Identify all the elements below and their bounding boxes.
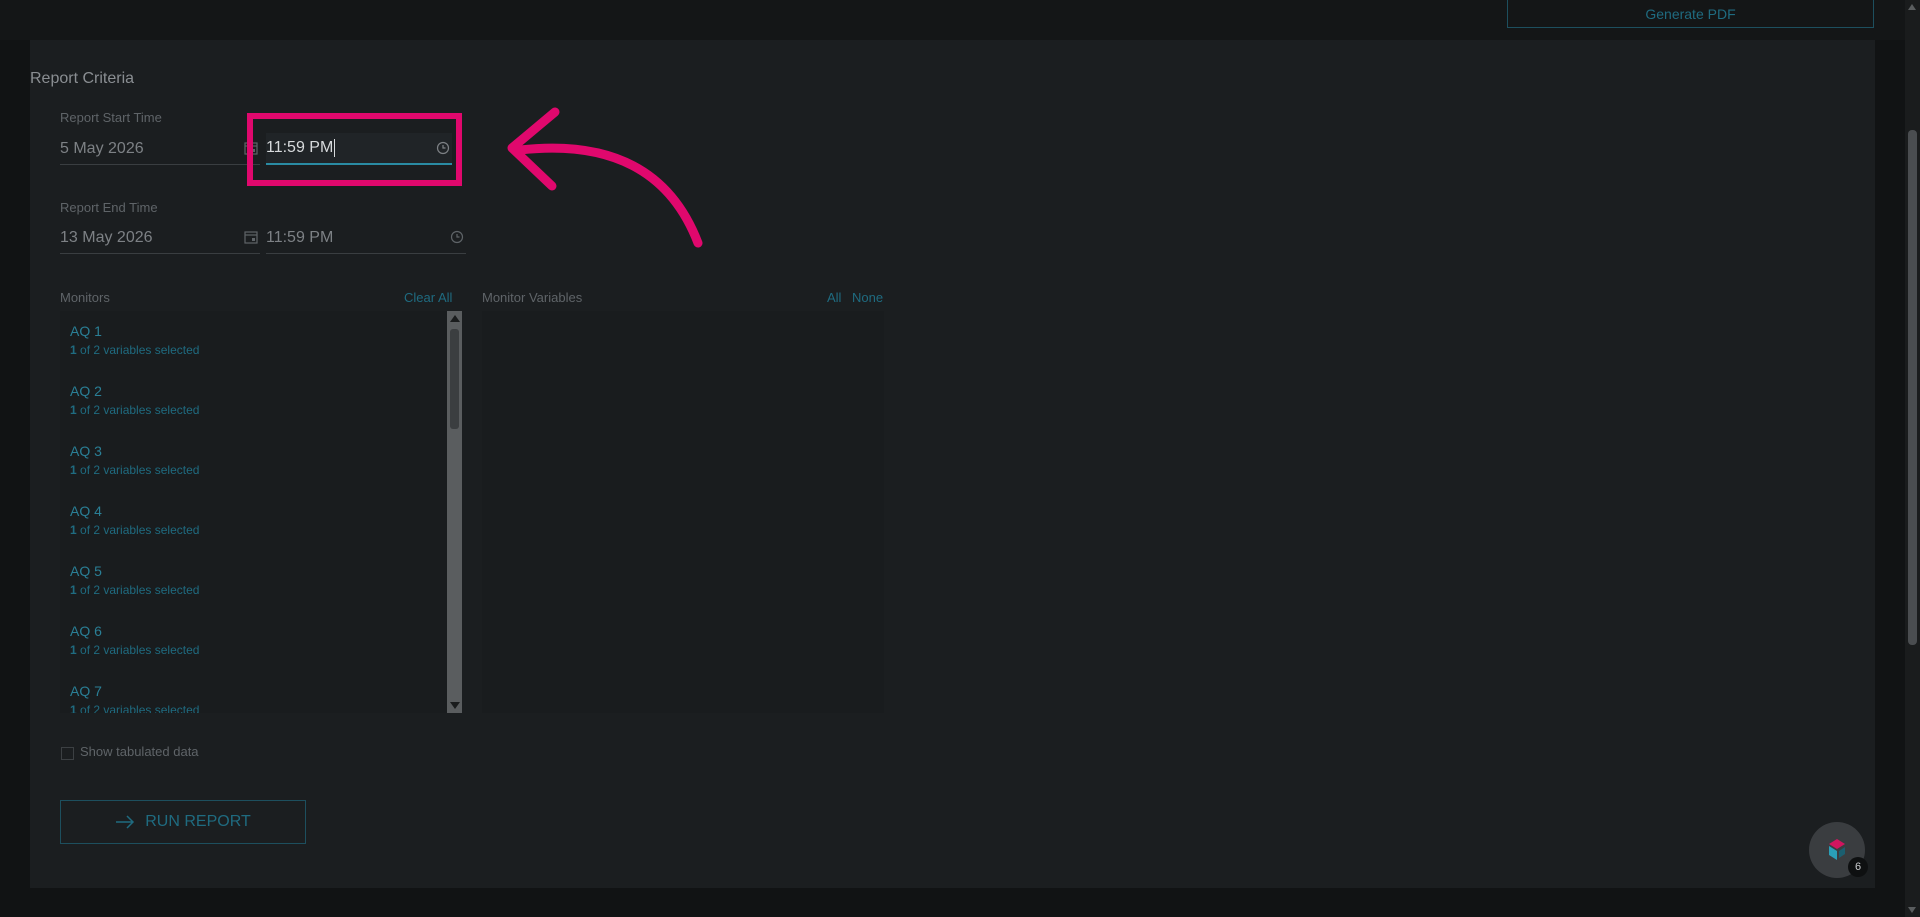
start-date-field[interactable]: 5 May 2026 xyxy=(60,133,260,165)
clock-icon[interactable] xyxy=(436,141,450,155)
calendar-icon[interactable] xyxy=(244,141,258,155)
list-item[interactable]: AQ 4 1 of 2 variables selected xyxy=(70,503,199,537)
monitor-selection: 1 of 2 variables selected xyxy=(70,343,200,357)
page-scrollbar-thumb[interactable] xyxy=(1908,130,1917,645)
monitor-variables-list xyxy=(482,311,884,713)
section-title: Report Criteria xyxy=(30,70,135,87)
logo-icon xyxy=(1829,839,1845,860)
start-date-value: 5 May 2026 xyxy=(60,139,144,157)
monitor-name: AQ 3 xyxy=(70,443,102,459)
monitor-name: AQ 5 xyxy=(70,563,102,579)
generate-pdf-button[interactable]: Generate PDF xyxy=(1507,0,1874,28)
show-tabulated-checkbox[interactable] xyxy=(61,747,74,760)
end-time-label: Report End Time xyxy=(60,200,158,215)
monitor-name: AQ 4 xyxy=(70,503,102,519)
monitor-selection: 1 of 2 variables selected xyxy=(70,463,200,477)
end-time-field[interactable]: 11:59 PM xyxy=(266,222,466,254)
list-item[interactable]: AQ 6 1 of 2 variables selected xyxy=(70,623,199,657)
start-time-value: 11:59 PM xyxy=(266,139,334,156)
arrow-right-icon xyxy=(116,815,135,829)
monitor-name: AQ 1 xyxy=(70,323,102,339)
scroll-down-icon[interactable] xyxy=(450,702,460,709)
monitor-name: AQ 2 xyxy=(70,383,102,399)
monitor-selection: 1 of 2 variables selected xyxy=(70,583,200,597)
monitors-header: Monitors xyxy=(60,290,110,305)
show-tabulated-label: Show tabulated data xyxy=(80,744,199,759)
list-item[interactable]: AQ 2 1 of 2 variables selected xyxy=(70,383,199,417)
end-time-value: 11:59 PM xyxy=(266,228,334,246)
select-all-link[interactable]: All xyxy=(827,290,841,305)
monitor-selection: 1 of 2 variables selected xyxy=(70,703,200,713)
monitor-variables-header: Monitor Variables xyxy=(482,290,583,305)
list-item[interactable]: AQ 7 1 of 2 variables selected xyxy=(70,683,199,713)
run-report-button[interactable]: RUN REPORT xyxy=(60,800,306,844)
list-item[interactable]: AQ 5 1 of 2 variables selected xyxy=(70,563,199,597)
monitor-selection: 1 of 2 variables selected xyxy=(70,403,200,417)
list-item[interactable]: AQ 3 1 of 2 variables selected xyxy=(70,443,199,477)
select-none-link[interactable]: None xyxy=(852,290,883,305)
monitor-name: AQ 7 xyxy=(70,683,102,699)
start-time-input[interactable]: 11:59 PM xyxy=(266,133,452,165)
monitor-selection: 1 of 2 variables selected xyxy=(70,523,200,537)
start-time-label: Report Start Time xyxy=(60,110,162,125)
end-date-value: 13 May 2026 xyxy=(60,228,153,246)
page-scrollbar[interactable] xyxy=(1905,0,1920,917)
monitor-name: AQ 6 xyxy=(70,623,102,639)
notification-badge: 6 xyxy=(1848,857,1868,877)
text-caret xyxy=(334,139,336,157)
scroll-up-icon[interactable] xyxy=(450,315,460,322)
scrollbar-thumb[interactable] xyxy=(450,329,459,429)
monitor-selection: 1 of 2 variables selected xyxy=(70,643,200,657)
scroll-down-icon[interactable] xyxy=(1908,907,1916,913)
list-item[interactable]: AQ 1 1 of 2 variables selected xyxy=(70,323,199,357)
clear-all-link[interactable]: Clear All xyxy=(404,290,452,305)
scroll-up-icon[interactable] xyxy=(1908,4,1916,10)
calendar-icon[interactable] xyxy=(244,230,258,244)
run-report-label: RUN REPORT xyxy=(145,813,251,830)
monitor-list-scrollbar[interactable] xyxy=(447,311,462,713)
end-date-field[interactable]: 13 May 2026 xyxy=(60,222,260,254)
clock-icon[interactable] xyxy=(450,230,464,244)
monitor-list: AQ 1 1 of 2 variables selected AQ 2 1 of… xyxy=(60,311,462,713)
